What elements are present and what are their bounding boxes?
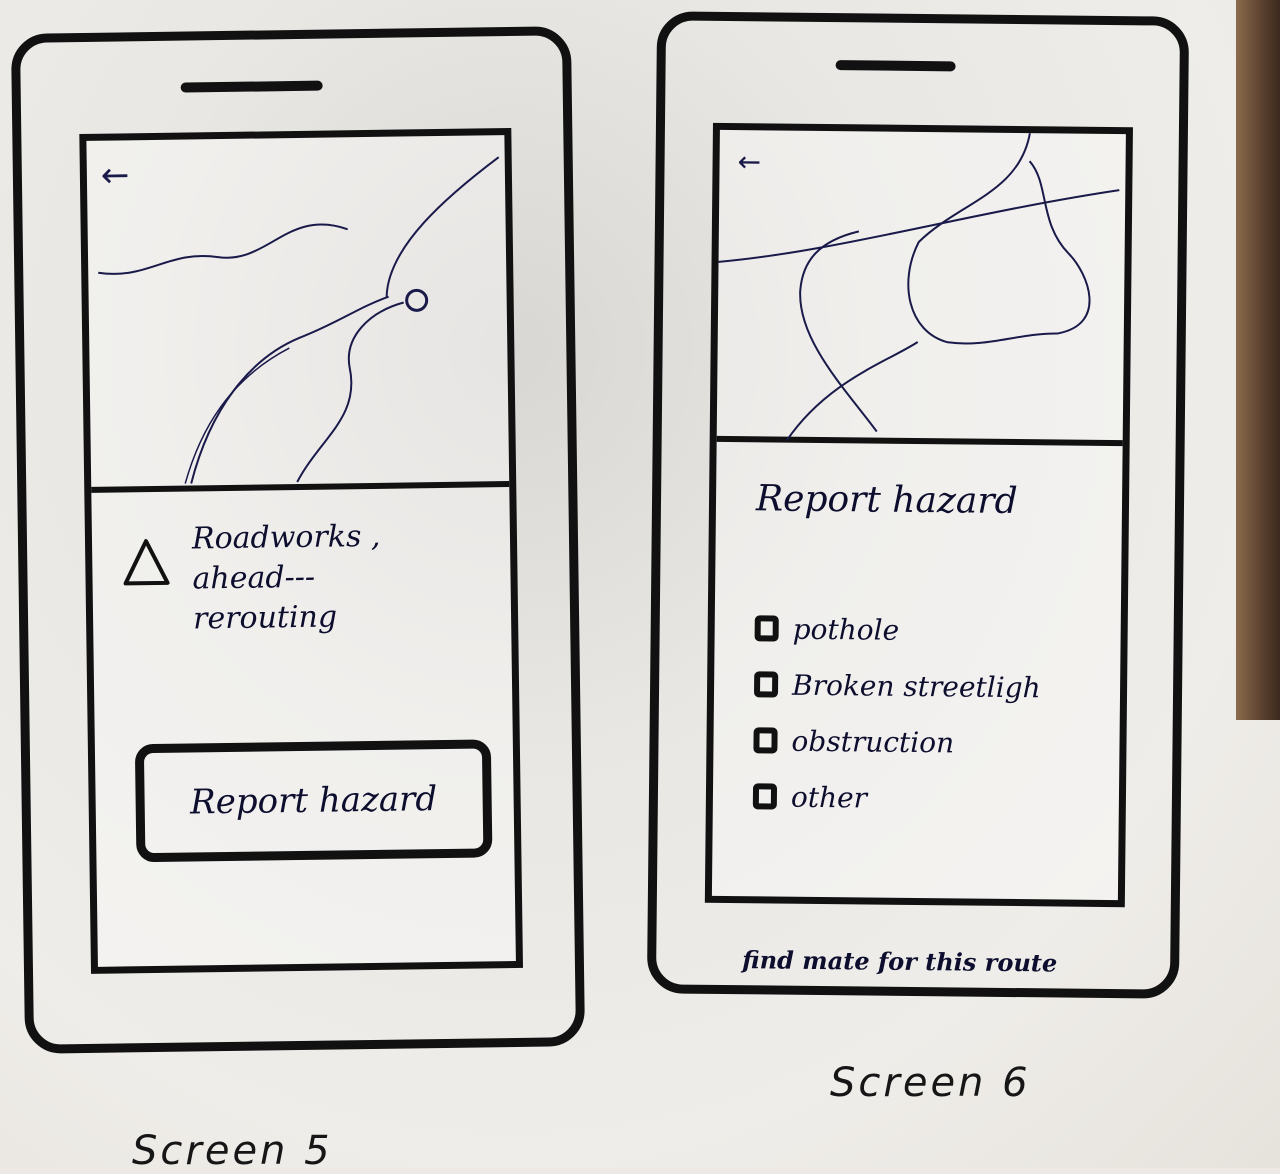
alert-line: ahead---: [192, 559, 316, 597]
find-mate-link[interactable]: find mate for this route: [742, 945, 1057, 977]
hazard-alert: Roadworks , ahead--- rerouting: [122, 515, 494, 650]
wood-table-edge: [1236, 0, 1280, 720]
checkbox[interactable]: [754, 615, 779, 642]
hazard-option-label: pothole: [792, 612, 900, 647]
panel-title: Report hazard: [755, 478, 1018, 523]
phone-speaker: [180, 80, 323, 93]
screen-5-caption: Screen 5: [132, 1128, 333, 1174]
checkbox[interactable]: [753, 671, 779, 698]
alert-line: rerouting: [192, 599, 338, 637]
hazard-option-broken-streetlight[interactable]: Broken streetligh: [753, 656, 1041, 715]
hazard-option-obstruction[interactable]: obstruction: [753, 712, 1040, 771]
arrow-left-icon[interactable]: ←: [737, 145, 761, 178]
hazard-option-label: other: [790, 780, 868, 814]
hazard-option-other[interactable]: other: [752, 768, 1040, 827]
alert-message: Roadworks , ahead--- rerouting: [192, 515, 494, 639]
hazard-options: pothole Broken streetligh obstruction ot…: [752, 600, 1042, 827]
screen-6: ← Report hazard pothole Broken streetlig…: [704, 122, 1133, 908]
checkbox[interactable]: [752, 783, 778, 810]
hazard-option-label: obstruction: [791, 724, 955, 759]
alert-line: Roadworks ,: [191, 518, 381, 557]
location-pin-icon: [405, 288, 429, 312]
warning-triangle-icon: [123, 539, 170, 586]
arrow-left-icon[interactable]: ←: [101, 155, 130, 195]
map-roads: [718, 132, 1120, 442]
hazard-option-label: Broken streetligh: [791, 668, 1041, 704]
screen-5: ← Roadworks , ahead--- rerouting Report …: [79, 127, 523, 974]
checkbox[interactable]: [753, 727, 778, 754]
map-view[interactable]: ←: [86, 135, 510, 493]
hazard-option-pothole[interactable]: pothole: [754, 600, 1041, 659]
phone-frame-screen-6: ← Report hazard pothole Broken streetlig…: [646, 11, 1190, 999]
map-view[interactable]: ←: [716, 129, 1126, 447]
phone-speaker: [835, 60, 956, 72]
phone-frame-screen-5: ← Roadworks , ahead--- rerouting Report …: [10, 26, 586, 1054]
screen-6-caption: Screen 6: [830, 1060, 1031, 1106]
report-hazard-button[interactable]: Report hazard: [134, 739, 493, 863]
map-roads: [98, 156, 500, 484]
